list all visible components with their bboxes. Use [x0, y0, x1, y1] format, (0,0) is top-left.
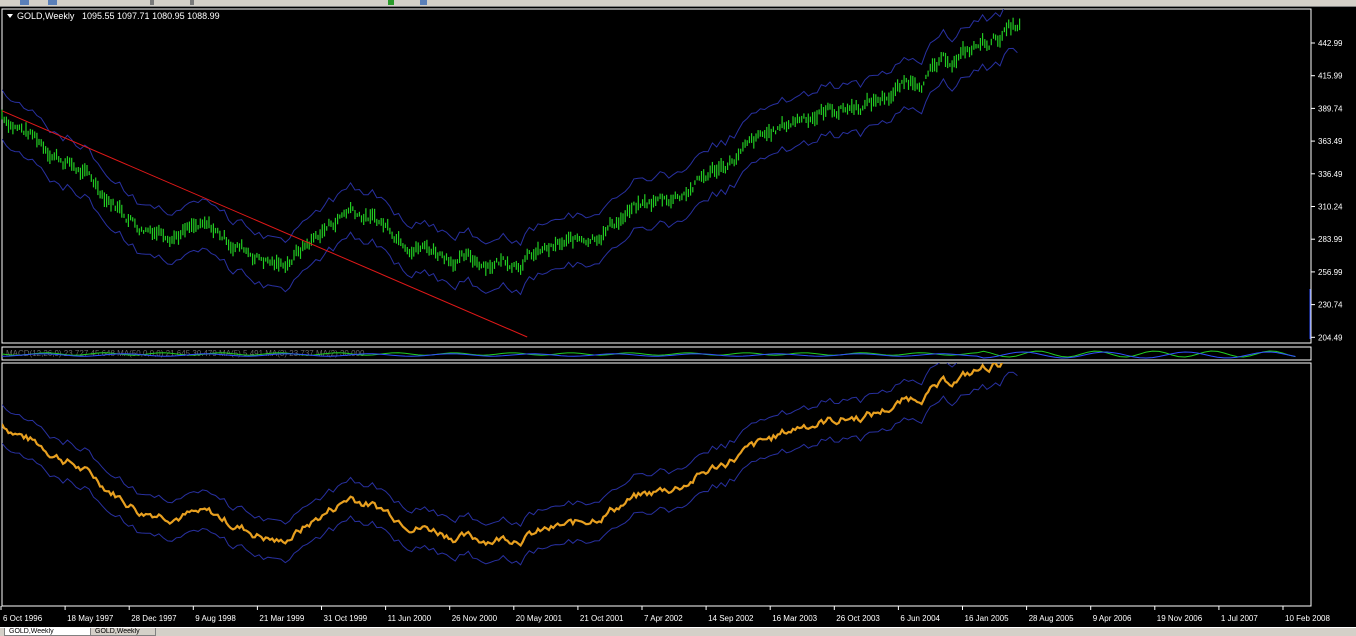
x-tick-label: 26 Oct 2003: [836, 614, 880, 623]
x-tick-label: 18 May 1997: [67, 614, 114, 623]
chart-area[interactable]: GOLD,Weekly 1095.55 1097.71 1080.95 1088…: [0, 7, 1356, 628]
x-tick-label: 28 Dec 1997: [131, 614, 177, 623]
price-series-line: [2, 363, 1004, 548]
symbol-label: GOLD,Weekly: [17, 11, 75, 21]
toolbar-icon[interactable]: [388, 0, 394, 5]
y-tick-label: 256.99: [1318, 268, 1343, 277]
chevron-down-icon[interactable]: [7, 14, 13, 18]
x-tick-label: 20 May 2001: [516, 614, 563, 623]
toolbar-icon[interactable]: [420, 0, 427, 5]
ohlc-values: 1095.55 1097.71 1080.95 1088.99: [82, 11, 220, 21]
y-tick-label: 310.24: [1318, 203, 1343, 212]
lower-bands: [2, 363, 1018, 566]
toolbar-icon[interactable]: [48, 0, 57, 5]
trend-line[interactable]: [1, 110, 528, 338]
upper-bands: [2, 9, 1018, 296]
band-line: [2, 363, 958, 527]
x-tick-label: 1 Jul 2007: [1221, 614, 1258, 623]
band-line: [2, 47, 1018, 296]
y-tick-label: 363.49: [1318, 137, 1343, 146]
x-tick-label: 11 Jun 2000: [388, 614, 432, 623]
x-tick-label: 7 Apr 2002: [644, 614, 683, 623]
y-tick-label: 336.49: [1318, 170, 1343, 179]
y-tick-label: 204.49: [1318, 333, 1343, 342]
x-tick-label: 31 Oct 1999: [324, 614, 368, 623]
lower-chart-frame: [1, 362, 1312, 607]
y-tick-label: 442.99: [1318, 39, 1343, 48]
toolbar-icon[interactable]: [190, 0, 194, 5]
x-tick-label: 26 Nov 2000: [452, 614, 498, 623]
chart-canvas[interactable]: GOLD,Weekly 1095.55 1097.71 1080.95 1088…: [0, 7, 1356, 628]
toolbar-icon[interactable]: [20, 0, 29, 5]
y-tick-label: 283.99: [1318, 235, 1343, 244]
x-tick-label: 21 Oct 2001: [580, 614, 624, 623]
x-tick-label: 6 Jun 2004: [900, 614, 940, 623]
x-tick-label: 16 Mar 2003: [772, 614, 817, 623]
x-tick-label: 10 Feb 2008: [1285, 614, 1330, 623]
y-tick-label: 415.99: [1318, 72, 1343, 81]
toolbar-icon[interactable]: [150, 0, 154, 5]
y-tick-label: 389.74: [1318, 104, 1343, 113]
band-line: [2, 371, 1018, 566]
x-tick-label: 19 Nov 2006: [1157, 614, 1203, 623]
toolbar: [0, 0, 1356, 7]
trendline: [1, 110, 528, 338]
x-tick-label: 9 Apr 2006: [1093, 614, 1132, 623]
price-bars: [1, 17, 1021, 276]
band-line: [2, 9, 1005, 247]
x-tick-label: 16 Jan 2005: [965, 614, 1010, 623]
price-line: [2, 363, 1004, 548]
x-tick-label: 9 Aug 1998: [195, 614, 236, 623]
x-tick-label: 14 Sep 2002: [708, 614, 754, 623]
y-axis: 442.99 415.99 389.74 363.49 336.49 310.24 283.…: [1311, 39, 1343, 342]
x-axis: 6 Oct 1996 18 May 1997 28 Dec 1997 9 Aug 19…: [0, 606, 1330, 623]
x-tick-label: 6 Oct 1996: [3, 614, 43, 623]
y-tick-label: 230.74: [1318, 301, 1343, 310]
x-tick-label: 21 Mar 1999: [259, 614, 304, 623]
x-tick-label: 28 Aug 2005: [1029, 614, 1074, 623]
